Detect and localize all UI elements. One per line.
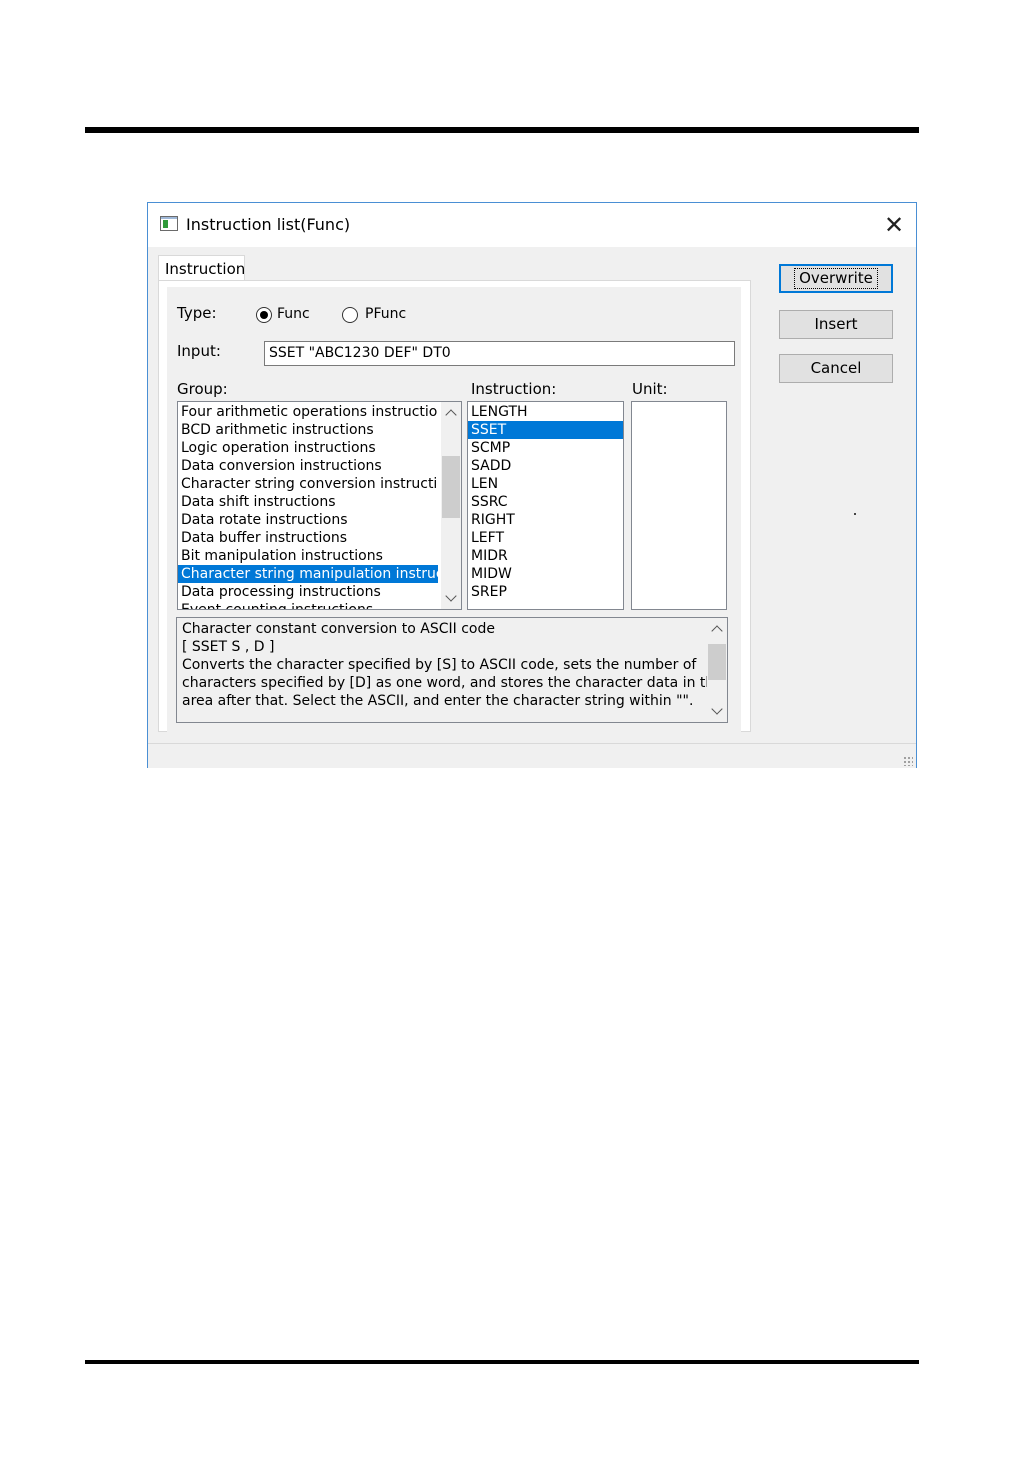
group-list-item[interactable]: Data buffer instructions: [178, 529, 438, 547]
instruction-listbox[interactable]: LENGTH SSET SCMP SADD LEN SSRC RIGHT LEFT MIDR MI…: [467, 401, 624, 610]
description-line: Converts the character specified by [S] …: [182, 657, 697, 673]
tab-panel: Type: Func PFunc Input: SSET "ABC1230 DE…: [158, 280, 751, 733]
scroll-down-icon[interactable]: [445, 590, 457, 602]
unit-listbox[interactable]: [631, 401, 727, 610]
resize-grip-icon[interactable]: [903, 756, 913, 766]
description-line: characters specified by [D] as one word,…: [182, 675, 723, 691]
title-bar: Instruction list(Func) ✕: [148, 203, 916, 247]
description-scrollbar[interactable]: [707, 618, 727, 722]
description-box: Character constant conversion to ASCII c…: [176, 617, 728, 723]
status-bar-divider: [148, 743, 916, 744]
instruction-list-item[interactable]: SCMP: [468, 439, 623, 457]
group-list-item[interactable]: Data shift instructions: [178, 493, 438, 511]
instruction-list-item[interactable]: MIDR: [468, 547, 623, 565]
instruction-list-item[interactable]: SADD: [468, 457, 623, 475]
page-top-rule: [85, 127, 919, 133]
description-line: area after that. Select the ASCII, and e…: [182, 693, 694, 709]
overwrite-label: Overwrite: [794, 268, 878, 289]
instruction-list-item[interactable]: MIDW: [468, 565, 623, 583]
scroll-down-icon[interactable]: [711, 703, 723, 715]
app-window-icon: [160, 216, 178, 231]
description-line: Character constant conversion to ASCII c…: [182, 621, 495, 637]
overwrite-button[interactable]: Overwrite: [779, 264, 893, 293]
scroll-up-icon[interactable]: [711, 625, 723, 637]
insert-button[interactable]: Insert: [779, 310, 893, 339]
page-bottom-rule: [85, 1360, 919, 1364]
input-label: Input:: [177, 342, 221, 360]
type-label: Type:: [177, 304, 217, 322]
input-field[interactable]: SSET "ABC1230 DEF" DT0: [264, 341, 735, 366]
group-list-item[interactable]: Event counting instructions: [178, 601, 438, 609]
scroll-up-icon[interactable]: [445, 409, 457, 421]
dialog-title: Instruction list(Func): [186, 215, 351, 234]
tab-content: Type: Func PFunc Input: SSET "ABC1230 DE…: [167, 287, 741, 733]
stray-dot: [854, 513, 856, 515]
group-list-item[interactable]: Character string manipulation instructi: [178, 565, 438, 583]
instruction-list-dialog: Instruction list(Func) ✕ Instruction Typ…: [147, 202, 917, 768]
instruction-list-item[interactable]: LEN: [468, 475, 623, 493]
instruction-list-item[interactable]: LENGTH: [468, 403, 623, 421]
radio-pfunc-label[interactable]: PFunc: [365, 306, 406, 322]
instruction-list-item[interactable]: SREP: [468, 583, 623, 601]
instruction-list-item[interactable]: SSRC: [468, 493, 623, 511]
cancel-button[interactable]: Cancel: [779, 354, 893, 383]
radio-func[interactable]: [256, 307, 272, 323]
scroll-thumb[interactable]: [442, 456, 460, 518]
group-list-item[interactable]: Character string conversion instruction: [178, 475, 438, 493]
instruction-list-item[interactable]: SSET: [468, 421, 623, 439]
unit-label: Unit:: [632, 380, 668, 398]
instruction-label: Instruction:: [471, 380, 557, 398]
group-listbox[interactable]: Four arithmetic operations instructions B…: [177, 401, 462, 610]
radio-pfunc[interactable]: [342, 307, 358, 323]
group-list-item[interactable]: Data rotate instructions: [178, 511, 438, 529]
group-scrollbar[interactable]: [441, 402, 461, 609]
scroll-thumb[interactable]: [708, 644, 726, 680]
description-line: [ SSET S , D ]: [182, 639, 275, 655]
instruction-list-item[interactable]: LEFT: [468, 529, 623, 547]
group-list-item[interactable]: Data conversion instructions: [178, 457, 438, 475]
group-label: Group:: [177, 380, 228, 398]
radio-func-label[interactable]: Func: [277, 306, 310, 322]
group-list-item[interactable]: Bit manipulation instructions: [178, 547, 438, 565]
group-list-item[interactable]: Data processing instructions: [178, 583, 438, 601]
group-list-item[interactable]: BCD arithmetic instructions: [178, 421, 438, 439]
group-list-item[interactable]: Four arithmetic operations instructions: [178, 403, 438, 421]
close-icon[interactable]: ✕: [884, 213, 904, 237]
tab-instruction[interactable]: Instruction: [158, 255, 245, 281]
group-list-item[interactable]: Logic operation instructions: [178, 439, 438, 457]
instruction-list-item[interactable]: RIGHT: [468, 511, 623, 529]
